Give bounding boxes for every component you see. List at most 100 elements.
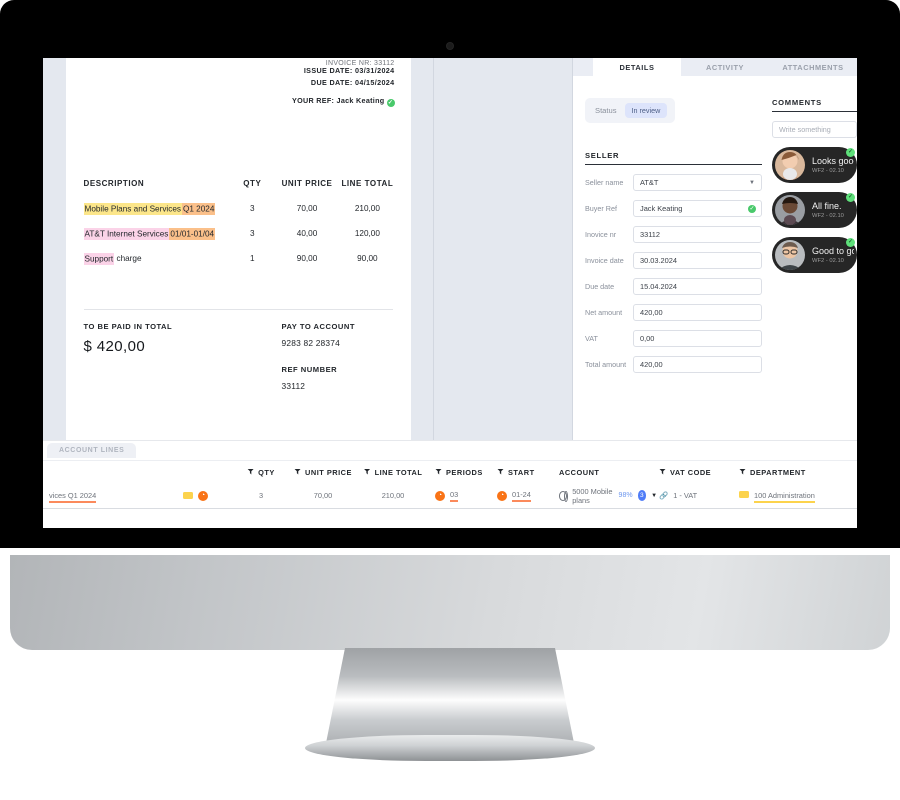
link-icon: 🔗 (659, 491, 669, 500)
seller-name-input[interactable]: AT&T ▼ (633, 174, 762, 191)
row-start[interactable]: ◔ 01-24 (491, 490, 551, 503)
comment-meta: WF2 - 02.10 (812, 213, 844, 219)
field-row-invoice-date: Invoice date 30.03.2024 (585, 252, 762, 269)
row-tags: ◔ (183, 490, 233, 501)
invoice-table-header: DESCRIPTION QTY UNIT PRICE LINE TOTAL (78, 179, 399, 188)
invoice-document-pane[interactable]: INVOICE NR: 33112 ISSUE DATE: 03/31/2024… (43, 58, 433, 440)
comments-title: COMMENTS (772, 98, 822, 107)
invoice-line-row[interactable]: Mobile Plans and Services Q1 2024 3 70,00… (78, 202, 399, 215)
invoice-line-row[interactable]: Support charge 1 90,00 90,00 (78, 252, 399, 265)
buyer-ref-input[interactable]: Jack Keating ✓ (633, 200, 762, 217)
comment-card[interactable]: ✓ Good to go WF2 - 02.10 (772, 237, 857, 273)
verified-check-icon: ✓ (846, 193, 855, 202)
folder-icon (739, 491, 749, 498)
filter-icon[interactable] (294, 468, 302, 475)
col-vat-code[interactable]: VAT CODE (657, 468, 737, 477)
verified-check-icon: ✓ (846, 148, 855, 157)
field-value: 30.03.2024 (640, 256, 677, 265)
your-ref-text: YOUR REF: Jack Keating (292, 96, 385, 105)
tab-attachments[interactable]: ATTACHMENTS (769, 58, 857, 76)
field-label: Inovice nr (585, 230, 617, 239)
total-amount-input[interactable]: 420,00 (633, 356, 762, 373)
comment-body: All fine. WF2 - 02.10 (805, 201, 844, 219)
invoice-your-ref: YOUR REF: Jack Keating ✓ (78, 96, 395, 107)
invoice-nr-input[interactable]: 33112 (633, 226, 762, 243)
filter-icon[interactable] (659, 468, 666, 475)
row-periods[interactable]: ◔ 03 (429, 490, 491, 503)
row-description-text: vices Q1 2024 (49, 491, 97, 503)
row-account[interactable]: 5000 Mobile plans 98% 3 ▼ (551, 487, 657, 505)
line-total: 210,00 (354, 204, 380, 213)
net-amount-input[interactable]: 420,00 (633, 304, 762, 321)
due-date-input[interactable]: 15.04.2024 (633, 278, 762, 295)
field-value: 0,00 (640, 334, 655, 343)
row-vat-code[interactable]: 🔗 1 - VAT (657, 491, 737, 500)
filter-icon[interactable] (739, 468, 746, 475)
ref-number-label: REF NUMBER (281, 365, 338, 374)
row-start-value: 01-24 (512, 490, 531, 503)
field-row-vat: VAT 0,00 (585, 330, 762, 347)
line-unit-price: 40,00 (296, 229, 318, 238)
comment-card[interactable]: ✓ All fine. WF2 - 02.10 (772, 192, 857, 228)
col-qty: QTY (243, 179, 262, 188)
field-label: Buyer Ref (585, 204, 617, 213)
invoice-date-input[interactable]: 30.03.2024 (633, 252, 762, 269)
line-desc-part-b: charge (116, 254, 142, 263)
filter-icon[interactable] (497, 468, 504, 475)
filter-icon[interactable] (247, 468, 255, 475)
col-department[interactable]: DEPARTMENT (737, 468, 857, 477)
row-department[interactable]: 100 Administration (737, 491, 857, 503)
invoice-totals: TO BE PAID IN TOTAL $ 420,00 PAY TO ACCO… (78, 322, 399, 391)
filter-icon[interactable] (363, 468, 371, 475)
line-desc-part-a: Mobile Plans and Services (83, 202, 182, 215)
line-description: Mobile Plans and Services Q1 2024 (78, 202, 227, 215)
verified-check-icon: ✓ (386, 99, 395, 107)
row-split-count[interactable]: 3 (637, 490, 647, 501)
col-qty[interactable]: QTY (233, 468, 289, 477)
filter-icon[interactable] (435, 468, 442, 475)
col-line-total: LINE TOTAL (341, 179, 394, 188)
col-periods[interactable]: PERIODS (429, 468, 491, 477)
table-row[interactable]: vices Q1 2024 ◔ 3 70,00 210,00 ◔ 03 ◔ 01-2… (43, 483, 857, 509)
monitor-chin (10, 555, 890, 650)
status-badge[interactable]: In review (624, 103, 668, 118)
field-row-total-amount: Total amount 420,00 (585, 356, 762, 373)
tab-details[interactable]: DETAILS (593, 58, 681, 76)
status-row: Status In review (585, 98, 676, 123)
field-value: 420,00 (640, 308, 663, 317)
app-screen: INVOICE NR: 33112 ISSUE DATE: 03/31/2024… (43, 58, 857, 528)
seller-section-rule (585, 164, 762, 165)
row-split-pct: 98% (618, 492, 633, 499)
chevron-down-icon[interactable]: ▼ (749, 180, 755, 186)
comment-message: Looks good (812, 156, 854, 166)
vat-input[interactable]: 0,00 (633, 330, 762, 347)
comment-meta: WF2 - 02.10 (812, 168, 844, 174)
field-label: Seller name (585, 178, 624, 187)
field-row-net-amount: Net amount 420,00 (585, 304, 762, 321)
line-description: Support charge (78, 252, 227, 265)
comment-input[interactable]: Write something (772, 121, 857, 138)
avatar (775, 150, 805, 180)
ref-number-value: 33112 (281, 381, 306, 391)
col-line-total[interactable]: LINE TOTAL (357, 468, 429, 477)
tab-activity[interactable]: ACTIVITY (681, 58, 769, 76)
field-label: Due date (585, 282, 615, 291)
invoice-lines-table: DESCRIPTION QTY UNIT PRICE LINE TOTAL Mo… (78, 179, 399, 265)
invoice-issue-date: ISSUE DATE: 03/31/2024 (303, 66, 395, 75)
comment-body: Good to go WF2 - 02.10 (805, 246, 854, 264)
col-start[interactable]: START (491, 468, 551, 477)
comment-card[interactable]: ✓ Looks good WF2 - 02.10 (772, 147, 857, 183)
tab-account-lines[interactable]: ACCOUNT LINES (47, 443, 137, 458)
row-description: vices Q1 2024 (43, 491, 183, 503)
comment-body: Looks good WF2 - 02.10 (805, 156, 854, 174)
field-row-invoice-nr: Inovice nr 33112 (585, 226, 762, 243)
monitor-stand-neck (325, 648, 575, 748)
col-unit-price[interactable]: UNIT PRICE (289, 468, 357, 477)
invoice-due-date: DUE DATE: 04/15/2024 (310, 77, 395, 87)
row-department-value: 100 Administration (754, 491, 815, 503)
line-unit-price: 70,00 (296, 204, 318, 213)
details-side-panel: DETAILS ACTIVITY ATTACHMENTS Status In r… (572, 58, 857, 440)
invoice-line-row[interactable]: AT&T Internet Services 01/01-01/04 3 40,0… (78, 227, 399, 240)
workspace-gap (433, 58, 572, 440)
line-qty: 3 (250, 204, 255, 213)
